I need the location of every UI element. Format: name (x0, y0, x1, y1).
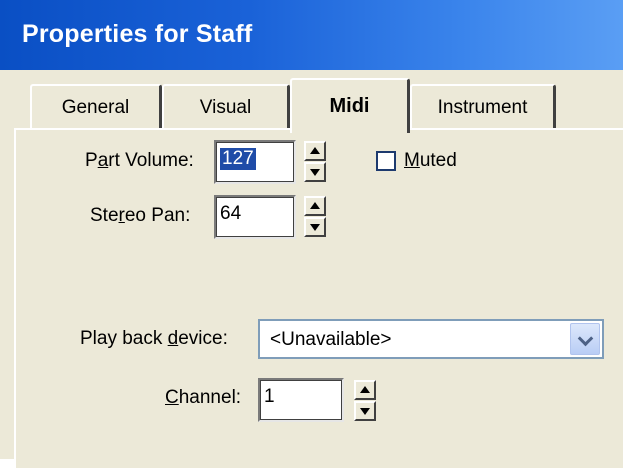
tab-instrument[interactable]: Instrument (410, 84, 556, 129)
arrow-up-icon (310, 147, 320, 154)
channel-spinner[interactable] (354, 380, 376, 422)
arrow-down-icon (310, 169, 320, 176)
stereo-pan-spinner[interactable] (304, 196, 326, 238)
channel-label: Channel: (165, 387, 242, 408)
part-volume-input[interactable]: 127 (214, 140, 296, 184)
stereo-pan-input[interactable]: 64 (214, 195, 296, 239)
part-volume-down-button[interactable] (304, 162, 326, 182)
tab-visual[interactable]: Visual (162, 84, 290, 129)
playback-device-select[interactable]: <Unavailable> (258, 319, 604, 359)
arrow-down-icon (310, 224, 320, 231)
playback-device-label: Play back device: (80, 328, 228, 349)
tab-midi[interactable]: Midi (290, 78, 410, 133)
part-volume-label: Part Volume: (85, 150, 194, 171)
properties-dialog: Properties for Staff General Visual Midi… (0, 0, 623, 468)
stereo-pan-down-button[interactable] (304, 217, 326, 237)
stereo-pan-up-button[interactable] (304, 196, 326, 216)
channel-value: 1 (264, 386, 275, 407)
dropdown-button[interactable] (570, 323, 600, 355)
stereo-pan-value: 64 (220, 203, 242, 224)
arrow-down-icon (360, 408, 370, 415)
window-title: Properties for Staff (22, 20, 253, 48)
title-bar[interactable]: Properties for Staff (0, 0, 623, 70)
playback-device-value: <Unavailable> (270, 329, 392, 350)
channel-down-button[interactable] (354, 401, 376, 421)
channel-input[interactable]: 1 (258, 378, 344, 422)
tab-general[interactable]: General (30, 84, 162, 129)
part-volume-spinner[interactable] (304, 141, 326, 183)
part-volume-value: 127 (220, 148, 256, 170)
tab-instrument-label: Instrument (437, 96, 528, 118)
tab-general-label: General (61, 96, 130, 118)
muted-checkbox[interactable] (376, 151, 396, 171)
tab-visual-label: Visual (199, 96, 252, 118)
muted-label[interactable]: Muted (404, 150, 457, 172)
arrow-up-icon (360, 386, 370, 393)
stereo-pan-label: Stereo Pan: (90, 205, 191, 226)
part-volume-up-button[interactable] (304, 141, 326, 161)
chevron-down-icon (577, 330, 594, 347)
tab-midi-label: Midi (329, 95, 370, 117)
arrow-up-icon (310, 202, 320, 209)
channel-up-button[interactable] (354, 380, 376, 400)
